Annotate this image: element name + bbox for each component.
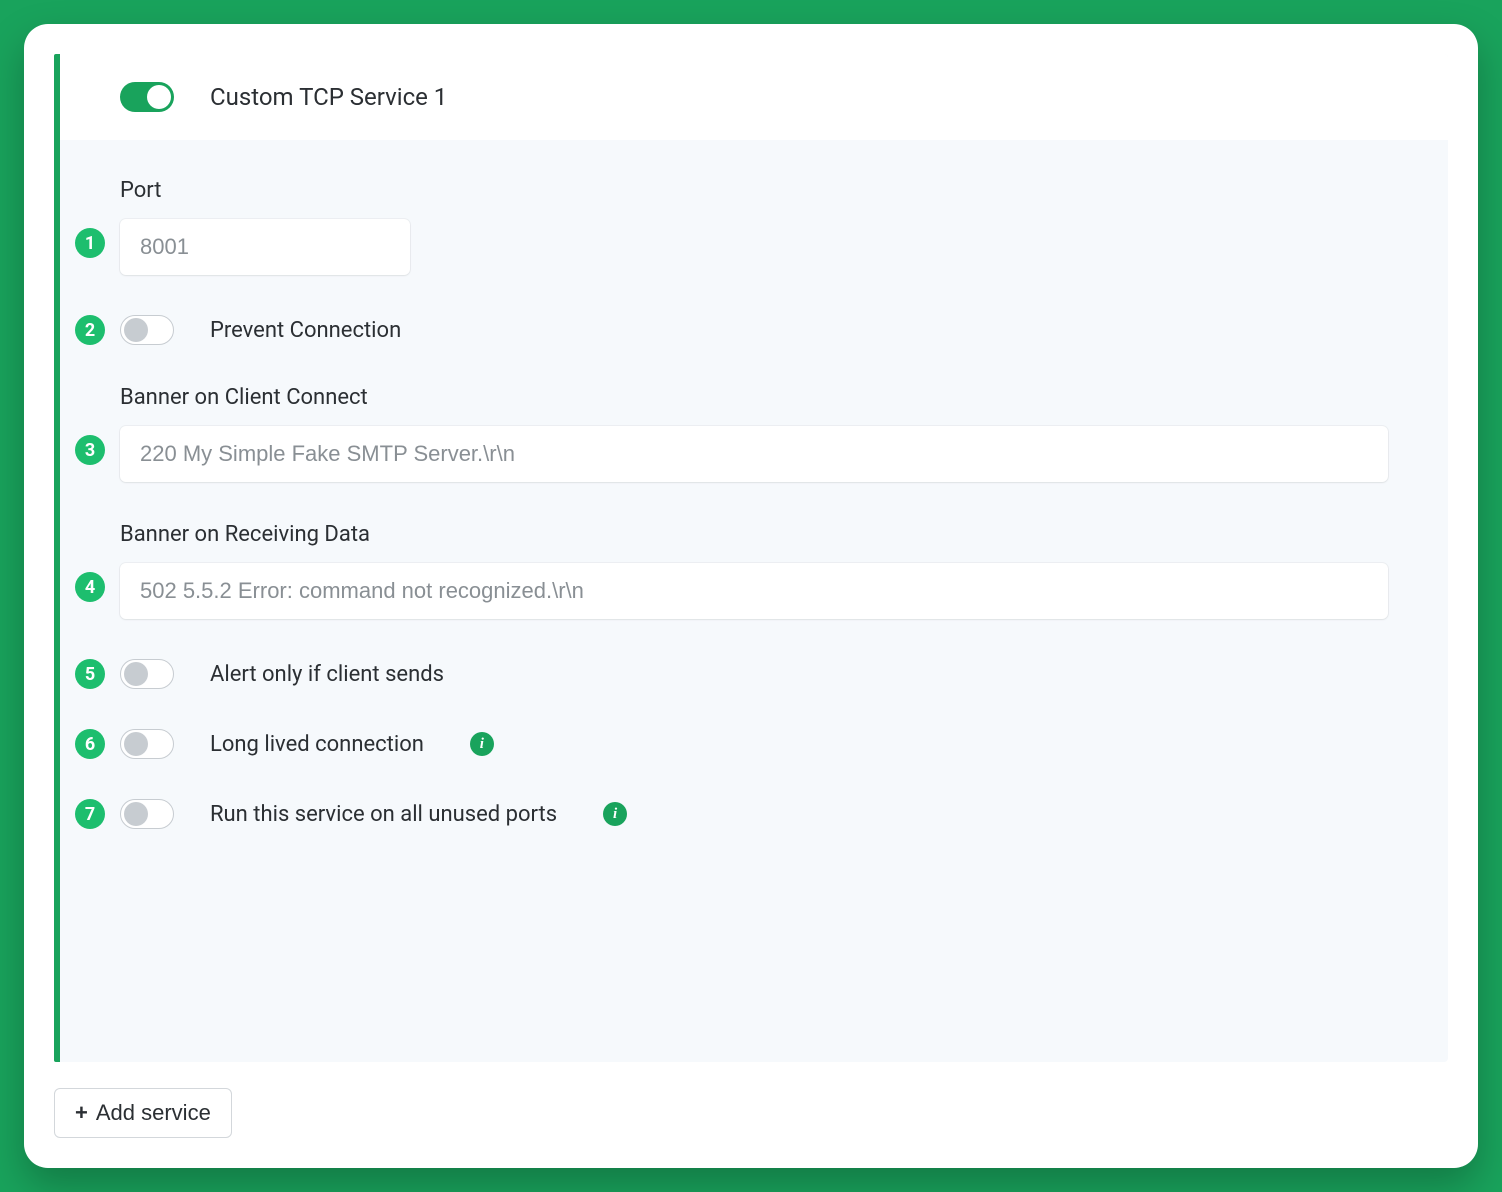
card-container: Custom TCP Service 1 1 Port 2 Prevent Co… — [24, 24, 1478, 1168]
alert-only-toggle[interactable] — [120, 659, 174, 689]
footer-bar: + Add service — [54, 1062, 1448, 1138]
step-badge-7: 7 — [75, 799, 105, 829]
panel-header: Custom TCP Service 1 — [60, 54, 1448, 140]
banner-connect-row: 3 Banner on Client Connect — [60, 385, 1388, 482]
step-badge-2: 2 — [75, 315, 105, 345]
prevent-connection-label: Prevent Connection — [210, 318, 401, 343]
prevent-connection-row: 2 Prevent Connection — [60, 315, 1388, 345]
add-service-button[interactable]: + Add service — [54, 1088, 232, 1138]
long-lived-row: 6 Long lived connection i — [60, 729, 1388, 759]
info-icon[interactable]: i — [470, 732, 494, 756]
step-badge-6: 6 — [75, 729, 105, 759]
step-badge-4: 4 — [75, 572, 105, 602]
port-row: 1 Port — [60, 178, 1388, 275]
long-lived-toggle[interactable] — [120, 729, 174, 759]
port-label: Port — [120, 178, 1388, 203]
banner-receive-input[interactable] — [120, 563, 1388, 619]
service-title: Custom TCP Service 1 — [210, 83, 447, 111]
alert-only-label: Alert only if client sends — [210, 662, 444, 687]
info-icon[interactable]: i — [603, 802, 627, 826]
banner-receive-label: Banner on Receiving Data — [120, 522, 1388, 547]
prevent-connection-toggle[interactable] — [120, 315, 174, 345]
all-ports-label: Run this service on all unused ports — [210, 802, 557, 827]
step-badge-3: 3 — [75, 435, 105, 465]
port-input[interactable] — [120, 219, 410, 275]
all-ports-toggle[interactable] — [120, 799, 174, 829]
long-lived-label: Long lived connection — [210, 732, 424, 757]
all-ports-row: 7 Run this service on all unused ports i — [60, 799, 1388, 829]
banner-receive-row: 4 Banner on Receiving Data — [60, 522, 1388, 619]
banner-connect-input[interactable] — [120, 426, 1388, 482]
banner-connect-label: Banner on Client Connect — [120, 385, 1388, 410]
service-panel: Custom TCP Service 1 1 Port 2 Prevent Co… — [54, 54, 1448, 1062]
add-service-label: Add service — [96, 1100, 211, 1126]
step-badge-1: 1 — [75, 228, 105, 258]
step-badge-5: 5 — [75, 659, 105, 689]
service-enabled-toggle[interactable] — [120, 82, 174, 112]
plus-icon: + — [75, 1102, 88, 1124]
panel-body: 1 Port 2 Prevent Connection 3 Banner on … — [60, 140, 1448, 1062]
alert-only-row: 5 Alert only if client sends — [60, 659, 1388, 689]
